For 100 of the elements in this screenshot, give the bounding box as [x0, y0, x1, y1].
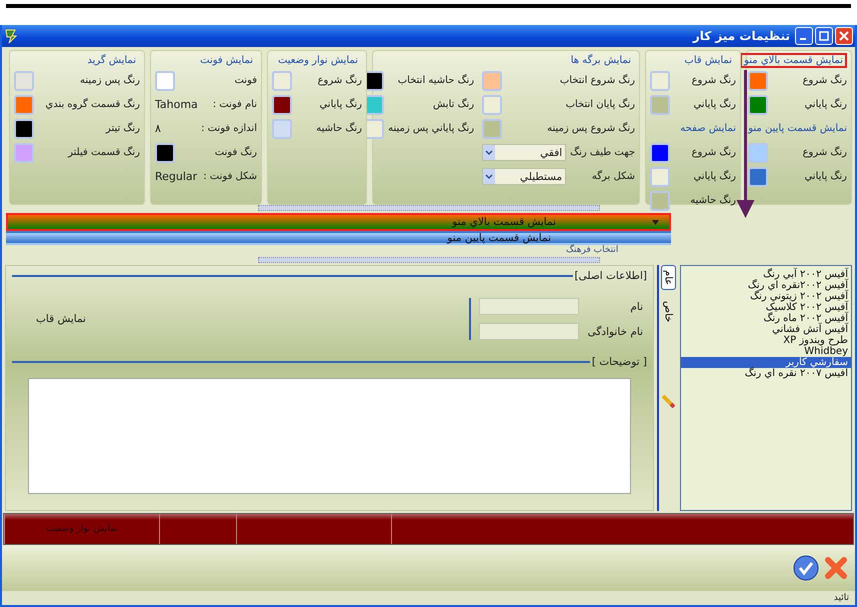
group-title: نمايش گريد	[86, 53, 137, 68]
color-swatch[interactable]	[482, 94, 502, 114]
theme-item[interactable]: آفيس ۲۰۰۲ کلاسيک	[681, 302, 851, 313]
color-label: رنگ قسمت گروه بندي	[45, 99, 140, 110]
color-label: رنگ شروع پس زمينه	[547, 123, 635, 134]
color-swatch[interactable]	[650, 142, 670, 162]
color-swatch[interactable]	[482, 70, 502, 90]
color-label: رنگ شروع	[318, 75, 362, 86]
setting-label: جهت طيف رنگ	[570, 147, 635, 158]
setting-value: Tahoma	[155, 98, 198, 111]
section-heading: نمايش صفحه	[680, 123, 736, 134]
color-label: رنگ پاياني	[693, 171, 736, 182]
theme-item[interactable]: آفيس ۲۰۰۲ آبي رنگ	[681, 269, 851, 280]
theme-item[interactable]: Whidbey	[681, 346, 851, 357]
color-swatch[interactable]	[748, 94, 768, 114]
close-button[interactable]	[835, 27, 853, 45]
color-swatch[interactable]	[14, 70, 34, 90]
group-title: نمايش نوار وضعيت	[276, 54, 359, 68]
color-swatch[interactable]	[272, 70, 292, 90]
minimize-button[interactable]	[795, 27, 813, 45]
color-swatch[interactable]	[272, 94, 292, 114]
color-label: رنگ پاياني	[804, 171, 847, 182]
side-tab[interactable]: عام	[660, 265, 676, 290]
splitter-grip[interactable]	[258, 205, 600, 211]
color-label: رنگ قسمت فيلتر	[68, 147, 140, 158]
dropdown-field[interactable]: مستطيلي	[482, 168, 566, 185]
menu-preview-bar: نمايش قسمت پايين منو	[6, 231, 671, 245]
notes-field[interactable]	[28, 378, 631, 494]
color-swatch[interactable]	[650, 190, 670, 210]
color-label: رنگ پاياني	[804, 99, 847, 110]
color-label: رنگ پاياني پس زمينه	[388, 123, 474, 134]
color-label: رنگ حاشيه انتخاب	[398, 75, 474, 86]
splitter-grip[interactable]	[258, 257, 600, 263]
color-label: رنگ پاياني	[693, 99, 736, 110]
close-icon	[839, 31, 849, 41]
color-swatch[interactable]	[155, 70, 175, 90]
setting-value: ٨	[155, 122, 161, 135]
check-icon[interactable]	[793, 555, 819, 581]
field-label: نام خانوادگی	[586, 326, 643, 338]
color-swatch[interactable]	[650, 94, 670, 114]
theme-item[interactable]: طرح ويندوز XP	[681, 335, 851, 346]
color-swatch[interactable]	[748, 166, 768, 186]
pencil-icon[interactable]	[661, 394, 675, 408]
maximize-button[interactable]	[815, 27, 833, 45]
window-title: تنظیمات میز کار	[691, 29, 790, 43]
theme-item[interactable]: آفيس ۲۰۰۲ زيتوني رنگ	[681, 291, 851, 302]
color-swatch[interactable]	[14, 94, 34, 114]
color-label: فونت	[234, 75, 257, 86]
group-title: نمایش قسمت بالاي منو	[740, 53, 847, 68]
group-title: نمايش برگه ها	[570, 53, 632, 68]
color-swatch[interactable]	[14, 142, 34, 162]
group-title: نمايش فونت	[199, 54, 254, 68]
dropdown-field[interactable]: افقي	[482, 144, 566, 161]
theme-item[interactable]: آفيس ۲۰۰۲نقره اي رنگ	[681, 280, 851, 291]
maximize-icon	[819, 31, 829, 41]
color-label: رنگ شروع	[802, 147, 847, 158]
status-label: تائيد	[834, 593, 849, 603]
color-label: رنگ پس زمينه	[80, 75, 140, 86]
color-label: رنگ شروع انتخاب	[560, 75, 635, 86]
color-swatch[interactable]	[748, 142, 768, 162]
setting-label: نام فونت :	[212, 99, 257, 110]
chevron-down-icon	[485, 174, 494, 180]
frame-label: نمايش قاب	[36, 313, 86, 325]
section-legend: [اطلاعات اصلی]	[574, 270, 647, 282]
color-label: رنگ شروع	[802, 75, 847, 86]
color-label: رنگ تيتر	[106, 123, 140, 134]
app-icon	[4, 28, 18, 44]
caret-icon	[652, 220, 659, 224]
color-label: رنگ حاشيه	[690, 195, 736, 206]
chevron-down-icon	[485, 150, 494, 156]
color-label: رنگ پاياني	[319, 99, 362, 110]
theme-item[interactable]: سفارشي کاربر	[681, 357, 851, 368]
setting-label: شکل برگه	[592, 171, 635, 182]
section-legend: [ توضيحات ]	[592, 356, 647, 368]
color-swatch[interactable]	[650, 166, 670, 186]
color-label: رنگ شروع	[692, 75, 736, 86]
color-swatch[interactable]	[650, 70, 670, 90]
text-field[interactable]	[479, 298, 579, 315]
color-label: رنگ فونت	[214, 147, 257, 158]
setting-label: شکل فونت :	[203, 171, 257, 182]
setting-label: اندازه فونت :	[201, 123, 257, 134]
color-label: رنگ تابش	[433, 99, 474, 110]
side-tab[interactable]: خاص	[660, 296, 676, 328]
color-swatch[interactable]	[482, 118, 502, 138]
section-heading: نمايش قسمت پايين منو	[748, 123, 847, 134]
theme-item[interactable]: افيس ۲۰۰۷ نقره اي رنگ	[681, 368, 851, 379]
color-swatch[interactable]	[155, 142, 175, 162]
color-swatch[interactable]	[14, 118, 34, 138]
group-title: نمايش قاب	[683, 54, 733, 68]
theme-item[interactable]: آفيس آتش فشاني	[681, 324, 851, 335]
color-label: رنگ حاشيه	[316, 123, 362, 134]
menu-preview-bar: نمايش قسمت بالاي منو	[6, 213, 671, 231]
culture-label: انتخاب فرهنگ	[566, 245, 618, 255]
text-field[interactable]	[479, 323, 579, 340]
theme-item[interactable]: آفيس ۲۰۰۲ ماه رنگ	[681, 313, 851, 324]
status-text: نمايش نوار وضعيت	[46, 524, 118, 534]
minimize-icon	[800, 38, 806, 40]
color-swatch[interactable]	[272, 118, 292, 138]
color-swatch[interactable]	[748, 70, 768, 90]
setting-value: Regular	[155, 170, 198, 183]
